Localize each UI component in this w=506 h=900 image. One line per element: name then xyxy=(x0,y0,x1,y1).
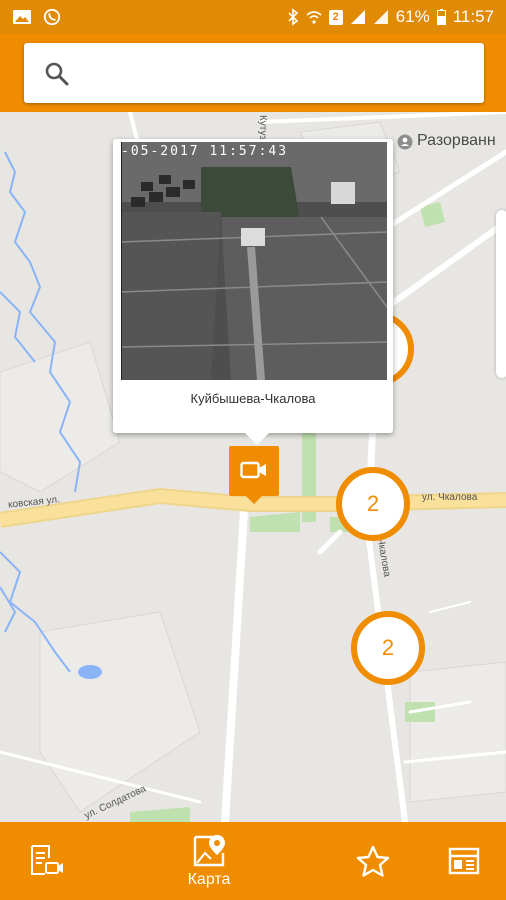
camera-caption: Куйбышева-Чкалова xyxy=(190,391,316,406)
image-icon xyxy=(13,10,31,24)
side-panel-handle[interactable] xyxy=(496,210,506,378)
signal-icon-2 xyxy=(373,10,388,24)
map-view[interactable]: ковская ул. ул. Чкалова Чкалова ул. Солд… xyxy=(0,112,506,822)
search-bar[interactable] xyxy=(24,43,484,103)
nav-news[interactable] xyxy=(444,822,484,900)
app-header xyxy=(0,34,506,112)
place-icon xyxy=(397,134,413,150)
star-icon xyxy=(356,845,390,877)
camera-snapshot-image xyxy=(121,142,387,380)
camera-timestamp: -05-2017 11:57:43 xyxy=(121,144,289,159)
nav-camera-list[interactable] xyxy=(22,822,72,900)
battery-percent: 61% xyxy=(395,7,430,26)
notification-badge: 2 xyxy=(328,9,343,25)
search-input[interactable] xyxy=(94,53,468,95)
camera-list-icon xyxy=(31,845,63,875)
camera-info-window[interactable]: -05-2017 11:57:43 Куйбышева-Чкалова xyxy=(113,139,393,445)
road-label-kutuzova: Кутуз xyxy=(257,114,269,141)
road-label-chkalova: ул. Чкалова xyxy=(422,492,478,503)
video-camera-icon xyxy=(240,461,266,479)
bluetooth-icon xyxy=(288,8,298,26)
nav-map-label: Карта xyxy=(187,871,231,888)
cluster-marker[interactable]: 2 xyxy=(351,611,425,685)
cluster-marker[interactable]: 2 xyxy=(336,467,410,541)
camera-snapshot[interactable]: -05-2017 11:57:43 xyxy=(121,142,387,380)
cluster-count: 2 xyxy=(366,491,380,516)
map-pin-icon xyxy=(193,835,225,867)
news-icon xyxy=(448,847,480,875)
nav-map[interactable]: Карта xyxy=(174,822,244,900)
camera-marker[interactable] xyxy=(229,446,279,504)
bottom-navigation: Карта xyxy=(0,822,506,900)
nav-favorites[interactable] xyxy=(353,822,393,900)
battery-icon xyxy=(436,9,446,25)
search-icon[interactable] xyxy=(44,61,70,87)
status-bar: 2 61% 11:57 xyxy=(0,0,506,34)
poi-label[interactable]: Разорванн xyxy=(417,132,496,150)
cluster-count: 2 xyxy=(381,635,395,660)
viber-icon xyxy=(43,8,61,26)
wifi-icon xyxy=(306,11,322,24)
clock: 11:57 xyxy=(452,7,494,26)
signal-icon xyxy=(350,10,365,24)
